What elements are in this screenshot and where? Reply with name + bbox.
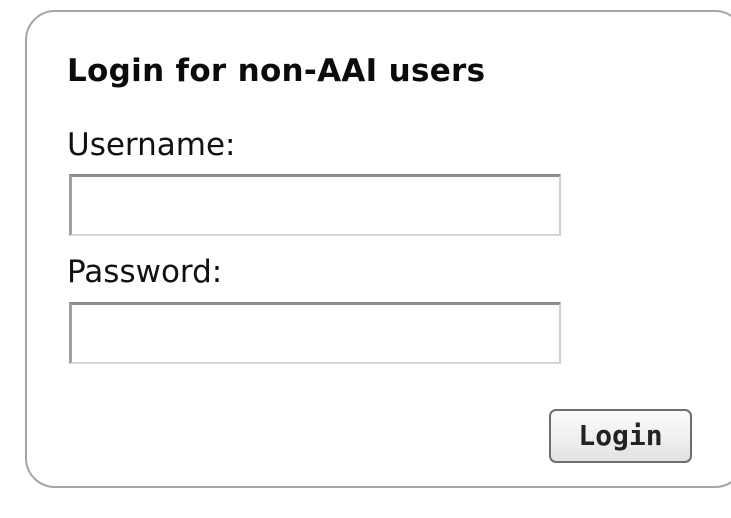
username-label: Username: xyxy=(67,127,236,163)
username-input[interactable] xyxy=(69,174,561,236)
login-panel-title: Login for non-AAI users xyxy=(67,53,486,89)
login-button[interactable]: Login xyxy=(549,409,692,463)
password-input[interactable] xyxy=(69,302,561,364)
password-label: Password: xyxy=(67,254,223,290)
